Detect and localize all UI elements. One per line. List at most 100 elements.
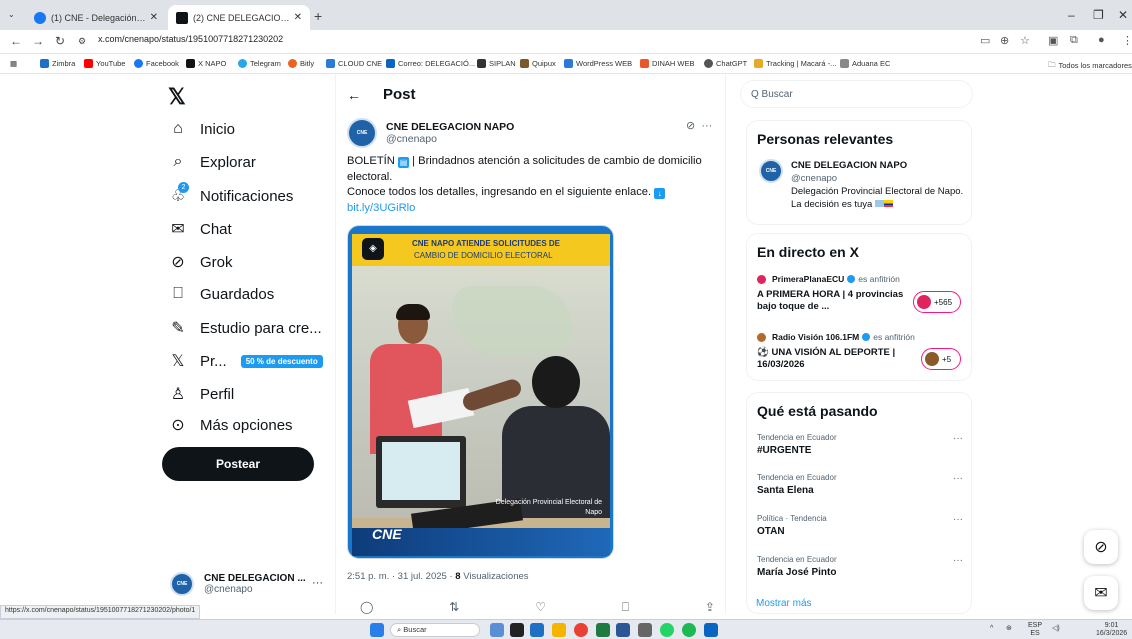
- nav-notificaciones[interactable]: ♧ 2 Notificaciones: [168, 182, 293, 206]
- new-tab-icon[interactable]: +: [314, 8, 322, 24]
- relevant-user[interactable]: CNE CNE DELEGACION NAPO @cnenapo Delegac…: [759, 159, 966, 211]
- excel-icon[interactable]: [596, 623, 610, 637]
- retweet-icon[interactable]: ⇅: [449, 600, 459, 615]
- more-icon[interactable]: ···: [953, 555, 963, 566]
- extension-icon[interactable]: ▣: [1048, 34, 1058, 47]
- nav-mas-opciones[interactable]: ⊙ Más opciones: [168, 415, 292, 435]
- bookmark-zimbra[interactable]: Zimbra: [40, 59, 75, 68]
- cast-icon[interactable]: ▭: [980, 34, 990, 47]
- bookmark-dinah[interactable]: DINAH WEB: [640, 59, 695, 68]
- minimize-icon[interactable]: –: [1068, 8, 1075, 22]
- live-listeners-pill[interactable]: +565: [913, 291, 961, 313]
- windows-start-icon[interactable]: [370, 623, 384, 637]
- task-view-icon[interactable]: [510, 623, 524, 637]
- bookmark-tracking[interactable]: Tracking | Macará -...: [754, 59, 836, 68]
- bookmark-siplan[interactable]: SIPLAN: [477, 59, 516, 68]
- search-input[interactable]: Q Buscar: [740, 80, 973, 108]
- messages-fab-icon[interactable]: ✉: [1084, 576, 1118, 610]
- trend-item[interactable]: Tendencia en Ecuador #URGENTE ···: [757, 433, 963, 456]
- tweet-link[interactable]: bit.ly/3UGiRlo: [347, 202, 415, 214]
- nav-inicio[interactable]: ⌂ Inicio: [168, 120, 235, 138]
- whatsapp-icon[interactable]: [660, 623, 674, 637]
- live-item[interactable]: PrimeraPlanaECU es anfitrión A PRIMERA HO…: [757, 274, 907, 313]
- more-icon[interactable]: ···: [953, 473, 963, 484]
- close-tab-icon[interactable]: ✕: [294, 12, 302, 23]
- bookmark-telegram[interactable]: Telegram: [238, 59, 281, 68]
- show-more-link[interactable]: Mostrar más: [756, 598, 812, 609]
- account-handle: @cnenapo: [204, 584, 253, 595]
- trend-item[interactable]: Tendencia en Ecuador María José Pinto ···: [757, 555, 963, 578]
- tab-search-icon[interactable]: ⌄: [8, 10, 15, 19]
- bookmark-facebook[interactable]: Facebook: [134, 59, 179, 68]
- trend-item[interactable]: Política · Tendencia OTAN ···: [757, 514, 963, 537]
- bookmark-quipux[interactable]: Quipux: [520, 59, 556, 68]
- restore-icon[interactable]: ❐: [1093, 8, 1104, 22]
- grok-fab-icon[interactable]: ⊘: [1084, 530, 1118, 564]
- network-icon[interactable]: ⊛: [1006, 625, 1012, 633]
- more-icon[interactable]: ···: [953, 433, 963, 444]
- tweet-timestamp[interactable]: 2:51 p. m. · 31 jul. 2025 ·: [347, 571, 453, 582]
- outlook-icon[interactable]: [704, 623, 718, 637]
- language-indicator[interactable]: ESP ES: [1028, 622, 1042, 638]
- bookmark-wordpress[interactable]: WordPress WEB: [564, 59, 632, 68]
- tweet-author[interactable]: CNE CNE DELEGACION NAPO @cnenapo: [347, 118, 514, 148]
- chrome-icon[interactable]: [574, 623, 588, 637]
- word-icon[interactable]: [616, 623, 630, 637]
- reply-icon[interactable]: ◯: [360, 600, 373, 615]
- live-listeners-pill[interactable]: +5: [921, 348, 961, 370]
- nav-explorar[interactable]: ⌕ Explorar: [168, 153, 256, 171]
- volume-icon[interactable]: ◁): [1052, 625, 1060, 633]
- bookmark-x-napo[interactable]: X NAPO: [186, 59, 226, 68]
- back-icon[interactable]: ←: [10, 34, 22, 48]
- apps-icon[interactable]: ▦: [10, 59, 17, 68]
- calculator-icon[interactable]: [638, 623, 652, 637]
- forward-icon[interactable]: →: [32, 34, 44, 48]
- profile-avatar-icon[interactable]: ●: [1098, 34, 1105, 46]
- menu-icon[interactable]: ⋮: [1122, 34, 1132, 47]
- post-button[interactable]: Postear: [162, 447, 314, 481]
- bookmark-icon[interactable]: ⎕: [622, 600, 629, 615]
- live-item[interactable]: Radio Visión 106.1FM es anfitrión ⚽ UNA V…: [757, 332, 915, 371]
- share-icon[interactable]: ⇪: [705, 600, 715, 615]
- site-info-icon[interactable]: ⚙: [78, 36, 86, 47]
- bookmark-aduana[interactable]: Aduana EC: [840, 59, 890, 68]
- spotify-icon[interactable]: [682, 623, 696, 637]
- puzzle-icon[interactable]: ⧉: [1070, 34, 1078, 47]
- more-icon[interactable]: ···: [953, 514, 963, 525]
- clock[interactable]: 9:01 16/3/2026: [1096, 622, 1127, 638]
- reload-icon[interactable]: ↻: [55, 34, 65, 48]
- nav-guardados[interactable]: ⎕ Guardados: [168, 285, 274, 303]
- bookmark-star-icon[interactable]: ☆: [1020, 34, 1030, 47]
- account-switcher[interactable]: CNE CNE DELEGACION ... @cnenapo ···: [170, 572, 323, 596]
- close-tab-icon[interactable]: ✕: [150, 12, 158, 23]
- grok-icon[interactable]: ⊘: [686, 120, 695, 132]
- bookmark-youtube[interactable]: YouTube: [84, 59, 125, 68]
- zoom-icon[interactable]: ⊕: [1000, 34, 1009, 47]
- browser-tab-2[interactable]: (2) CNE DELEGACION NAPO en ✕: [168, 5, 310, 30]
- nav-premium[interactable]: 𝕏 Pr... 50 % de descuento: [168, 351, 323, 371]
- all-bookmarks[interactable]: 🗀 Todos los marcadores: [1048, 59, 1132, 72]
- bookmark-correo[interactable]: Correo: DELEGACIÓ...: [386, 59, 475, 68]
- like-icon[interactable]: ♡: [535, 600, 546, 615]
- back-arrow-icon[interactable]: ←: [347, 87, 361, 103]
- url-field[interactable]: x.com/cnenapo/status/1951007718271230202: [98, 34, 283, 44]
- bookmark-bitly[interactable]: Bitly: [288, 59, 314, 68]
- browser-tab-1[interactable]: (1) CNE - Delegación Provincial ✕: [26, 5, 166, 30]
- more-icon[interactable]: ···: [701, 120, 712, 132]
- x-logo-icon[interactable]: 𝕏: [168, 84, 186, 110]
- widgets-icon[interactable]: [490, 623, 504, 637]
- nav-grok[interactable]: ⊘ Grok: [168, 252, 232, 272]
- nav-perfil[interactable]: ♙ Perfil: [168, 384, 234, 404]
- tweet-media-image[interactable]: ◈ CNE NAPO ATIENDE SOLICITUDES DE CAMBIO…: [347, 225, 614, 559]
- bookmark-chatgpt[interactable]: ChatGPT: [704, 59, 747, 68]
- more-icon[interactable]: ···: [312, 577, 323, 589]
- store-icon[interactable]: [530, 623, 544, 637]
- nav-estudio[interactable]: ✎ Estudio para cre...: [168, 318, 321, 338]
- close-window-icon[interactable]: ✕: [1118, 8, 1128, 22]
- trend-item[interactable]: Tendencia en Ecuador Santa Elena ···: [757, 473, 963, 496]
- tray-chevron-icon[interactable]: ^: [990, 625, 993, 633]
- bookmark-cloud-cne[interactable]: CLOUD CNE: [326, 59, 382, 68]
- file-explorer-icon[interactable]: [552, 623, 566, 637]
- nav-chat[interactable]: ✉ Chat: [168, 219, 231, 239]
- taskbar-search[interactable]: ⌕ Buscar: [390, 623, 480, 637]
